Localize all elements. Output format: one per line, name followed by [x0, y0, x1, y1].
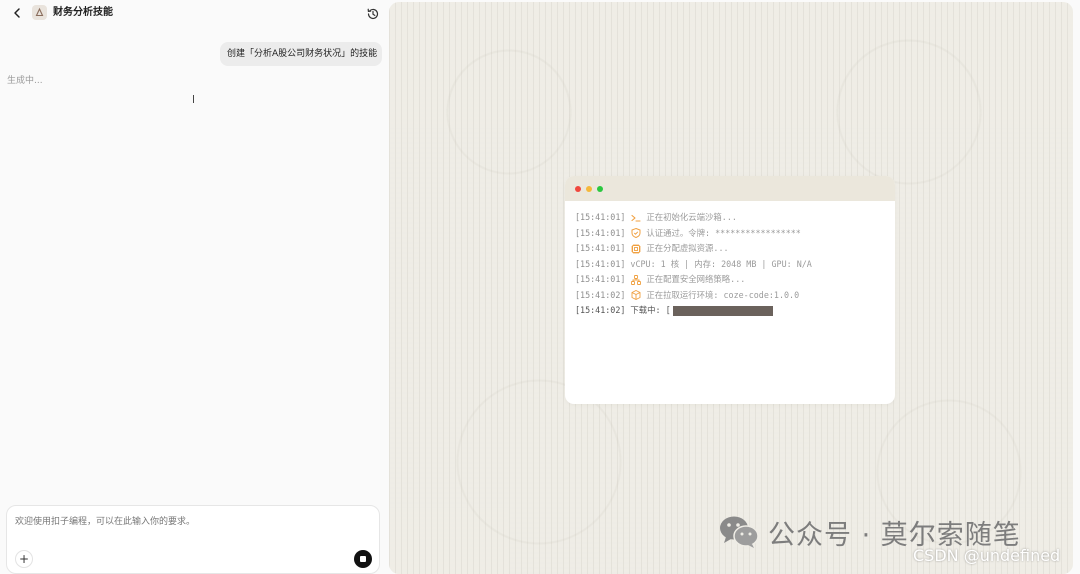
log-text: 正在拉取运行环境: coze-code:1.0.0	[646, 289, 800, 300]
chevron-left-icon[interactable]	[10, 6, 24, 20]
log-timestamp: [15:41:01]	[575, 212, 626, 222]
network-icon	[630, 274, 642, 286]
terminal-window: [15:41:01] 正在初始化云端沙箱... [15:41:01] 认证通过。…	[565, 176, 895, 404]
chat-panel: 财务分析技能 创建「分析A股公司财务状况」的技能 生成中... +	[0, 0, 388, 574]
text-cursor	[193, 95, 194, 103]
download-line: [15:41:02] 下载中: [	[575, 303, 891, 319]
log-timestamp: [15:41:02]	[575, 305, 626, 315]
cpu-icon	[630, 243, 642, 255]
log-text: 正在分配虚拟资源...	[646, 243, 729, 253]
download-label: 下载中: [	[630, 305, 671, 315]
log-timestamp: [15:41:01]	[575, 243, 626, 253]
plus-icon: +	[18, 552, 30, 566]
log-text: 正在配置安全网络策略...	[646, 274, 746, 284]
composer: +	[6, 505, 380, 574]
terminal-titlebar	[565, 176, 895, 201]
app-root: 财务分析技能 创建「分析A股公司财务状况」的技能 生成中... +	[0, 0, 1080, 574]
window-maximize-dot	[597, 186, 603, 192]
generating-status: 生成中...	[7, 76, 43, 86]
log-timestamp: [15:41:01]	[575, 274, 626, 284]
shield-icon	[630, 227, 642, 239]
preview-panel: [15:41:01] 正在初始化云端沙箱... [15:41:01] 认证通过。…	[389, 2, 1073, 574]
download-progress-bar	[672, 305, 773, 316]
chat-header: 财务分析技能	[0, 0, 388, 26]
stop-icon	[360, 556, 366, 562]
log-timestamp: [15:41:02]	[575, 289, 626, 300]
csdn-watermark: CSDN @undefined	[913, 546, 1061, 565]
add-button[interactable]: +	[15, 550, 33, 568]
wechat-icon	[718, 514, 760, 550]
window-close-dot	[575, 186, 581, 192]
log-text: 正在初始化云端沙箱...	[646, 212, 737, 222]
stop-button[interactable]	[354, 550, 372, 568]
prompt-input[interactable]	[15, 515, 345, 529]
log-line: [15:41:01] vCPU: 1 核 | 内存: 2048 MB | GPU…	[575, 257, 891, 273]
terminal-prompt-icon	[630, 212, 642, 224]
skill-icon	[32, 5, 47, 20]
user-message: 创建「分析A股公司财务状况」的技能	[220, 42, 382, 66]
log-text: vCPU: 1 核 | 内存: 2048 MB | GPU: N/A	[630, 258, 812, 269]
log-timestamp: [15:41:01]	[575, 258, 626, 269]
package-icon	[630, 289, 642, 301]
window-minimize-dot	[586, 186, 592, 192]
log-line: [15:41:01] 正在分配虚拟资源...	[575, 241, 891, 257]
page-title: 财务分析技能	[53, 7, 113, 18]
log-line: [15:41:01] 正在初始化云端沙箱...	[575, 210, 891, 226]
log-timestamp: [15:41:01]	[575, 227, 626, 238]
log-line: [15:41:01] 正在配置安全网络策略...	[575, 272, 891, 288]
log-text: 认证通过。令牌: *****************	[646, 227, 801, 238]
log-line: [15:41:02] 正在拉取运行环境: coze-code:1.0.0	[575, 288, 891, 304]
log-line: [15:41:01] 认证通过。令牌: *****************	[575, 226, 891, 242]
history-icon[interactable]	[366, 6, 380, 20]
terminal-log: [15:41:01] 正在初始化云端沙箱... [15:41:01] 认证通过。…	[575, 210, 891, 319]
